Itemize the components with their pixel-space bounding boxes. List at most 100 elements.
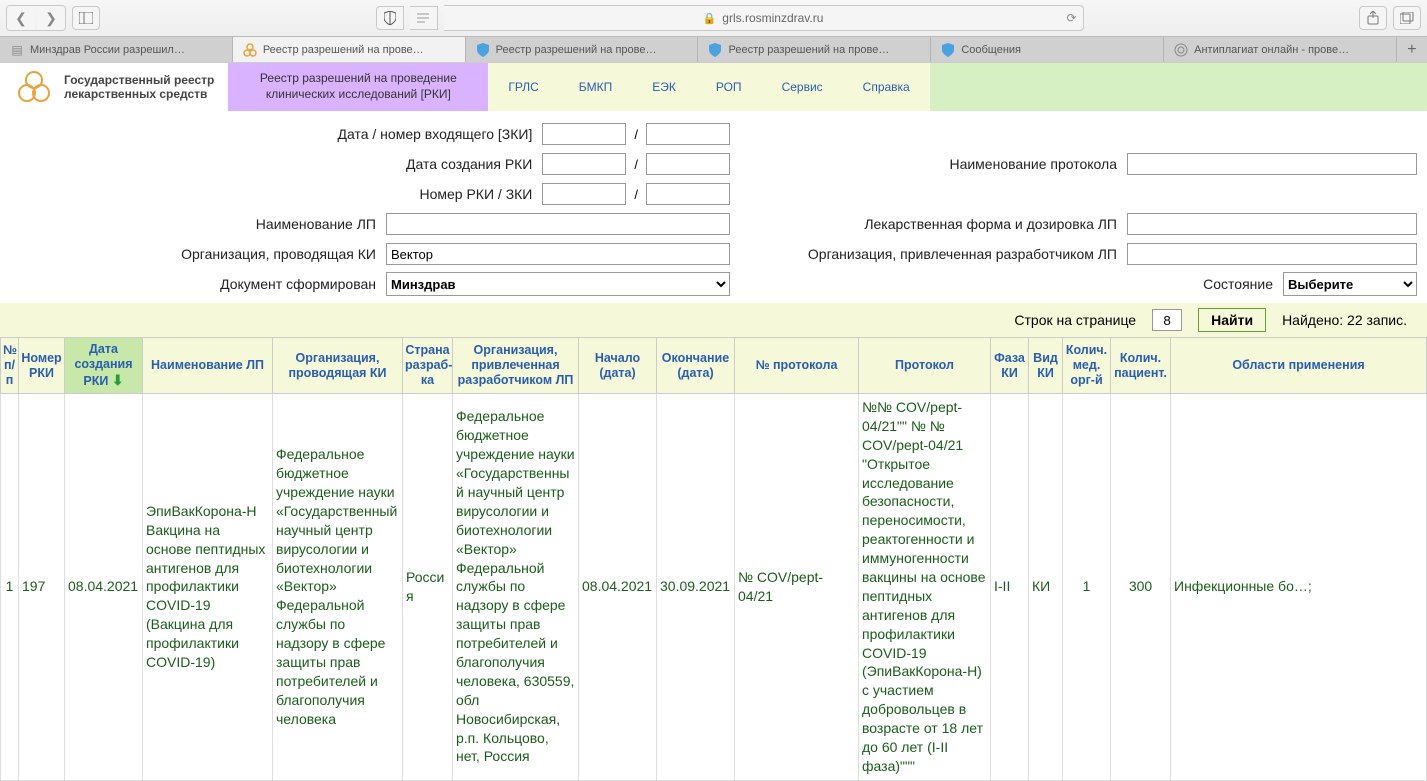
back-button[interactable]: ❮ (7, 6, 35, 30)
table-row[interactable]: 119708.04.2021ЭпиВакКорона-Н Вакцина на … (1, 394, 1427, 781)
cell-start: 08.04.2021 (579, 394, 657, 781)
forward-button[interactable]: ❯ (37, 6, 65, 30)
th-end[interactable]: Окончание (дата) (657, 338, 735, 394)
label-incoming: Дата / номер входящего [ЗКИ] (338, 126, 533, 142)
cell-idx: 1 (1, 394, 19, 781)
th-medorg[interactable]: Колич. мед. орг-й (1063, 338, 1111, 394)
menu-item-help[interactable]: Справка (843, 63, 930, 111)
menu-item-rop[interactable]: РОП (696, 63, 762, 111)
browser-tab[interactable]: Антиплагиат онлайн - прове… (1164, 37, 1397, 62)
tab-label: Сообщения (961, 44, 1021, 56)
menu-item-eek[interactable]: ЕЭК (632, 63, 696, 111)
cell-pat: 300 (1111, 394, 1171, 781)
cell-end: 30.09.2021 (657, 394, 735, 781)
tab-favicon-icon (941, 43, 955, 57)
browser-tab[interactable]: Реестр разрешений на прове… (233, 37, 466, 62)
input-form[interactable] (1127, 213, 1417, 235)
site-title-1: Государственный реестр (64, 73, 214, 87)
filter-form: Дата / номер входящего [ЗКИ] / Дата созд… (0, 111, 1427, 303)
input-rki-num[interactable] (542, 183, 626, 205)
th-prot[interactable]: Протокол (859, 338, 991, 394)
lock-icon: 🔒 (703, 12, 717, 25)
reader-button[interactable] (410, 6, 438, 30)
tab-favicon-icon (243, 43, 257, 57)
th-num[interactable]: Номер РКИ (19, 338, 65, 394)
sidebar-toggle-button[interactable] (72, 6, 100, 30)
label-state: Состояние (1203, 276, 1273, 292)
site-logo[interactable]: Государственный реестр лекарственных сре… (0, 63, 228, 111)
menu-item-service[interactable]: Сервис (762, 63, 843, 111)
cell-devorg: Федеральное бюджетное учреждение науки «… (453, 394, 579, 781)
input-created-to[interactable] (646, 153, 730, 175)
input-lpname[interactable] (386, 213, 730, 235)
site-header: Государственный реестр лекарственных сре… (0, 63, 1427, 111)
browser-chrome: ❮ ❯ 🔒 grls.rosminzdrav.ru ⟳ ▤ Минздрав Ро… (0, 0, 1427, 63)
tab-favicon-icon: ▤ (10, 43, 24, 57)
label-doc: Документ сформирован (220, 276, 376, 292)
label-rkizki: Номер РКИ / ЗКИ (419, 186, 532, 202)
th-type[interactable]: Вид КИ (1029, 338, 1063, 394)
cell-protnum: № COV/pept-04/21 (735, 394, 859, 781)
cell-date: 08.04.2021 (65, 394, 143, 781)
reload-button[interactable]: ⟳ (1066, 11, 1076, 25)
found-label: Найдено: 22 запис. (1282, 312, 1407, 328)
label-form: Лекарственная форма и дозировка ЛП (864, 216, 1117, 232)
url-text: grls.rosminzdrav.ru (722, 11, 823, 25)
logo-icon (14, 67, 54, 107)
rows-per-page-input[interactable] (1152, 309, 1182, 331)
cell-num: 197 (19, 394, 65, 781)
input-created-from[interactable] (542, 153, 626, 175)
th-org[interactable]: Организация, проводящая КИ (273, 338, 403, 394)
cell-type: КИ (1029, 394, 1063, 781)
new-tab-button[interactable]: + (1397, 37, 1427, 62)
tab-label: Антиплагиат онлайн - прове… (1194, 44, 1349, 56)
site-title-2: лекарственных средств (64, 87, 214, 101)
th-name[interactable]: Наименование ЛП (143, 338, 273, 394)
label-lpname: Наименование ЛП (256, 216, 376, 232)
th-protnum[interactable]: № протокола (735, 338, 859, 394)
cell-phase: I-II (991, 394, 1029, 781)
browser-tab[interactable]: Реестр разрешений на прове… (698, 37, 931, 62)
reader-icon (417, 12, 429, 24)
menu-item-rki[interactable]: Реестр разрешений на проведение клиничес… (228, 63, 488, 111)
label-protname: Наименование протокола (949, 156, 1117, 172)
th-country[interactable]: Страна разраб-ка (403, 338, 453, 394)
th-devorg[interactable]: Организация, привлеченная разработчиком … (453, 338, 579, 394)
share-icon (1367, 11, 1379, 25)
menu-item-bmkp[interactable]: БМКП (559, 63, 633, 111)
th-area[interactable]: Области применения (1171, 338, 1427, 394)
th-pat[interactable]: Колич. пациент. (1111, 338, 1171, 394)
input-zki-num[interactable] (646, 183, 730, 205)
cell-area: Инфекционные бо…; (1171, 394, 1427, 781)
th-date[interactable]: Дата создания РКИ ⬇ (65, 338, 143, 394)
input-incoming-num[interactable] (646, 123, 730, 145)
input-devorg[interactable] (1127, 243, 1417, 265)
url-bar[interactable]: 🔒 grls.rosminzdrav.ru ⟳ (444, 5, 1084, 31)
browser-tab[interactable]: Реестр разрешений на прове… (466, 37, 699, 62)
tab-favicon-icon (476, 43, 490, 57)
tabs-overview-button[interactable] (1393, 6, 1421, 30)
th-idx[interactable]: № п/п (1, 338, 19, 394)
tab-label: Реестр разрешений на прове… (263, 44, 424, 56)
share-button[interactable] (1359, 6, 1387, 30)
cell-medorg: 1 (1063, 394, 1111, 781)
th-start[interactable]: Начало (дата) (579, 338, 657, 394)
tab-label: Реестр разрешений на прове… (496, 44, 657, 56)
select-doc[interactable]: Минздрав (386, 272, 730, 296)
cell-org: Федеральное бюджетное учреждение науки «… (273, 394, 403, 781)
th-phase[interactable]: Фаза КИ (991, 338, 1029, 394)
rows-label: Строк на странице (1014, 312, 1136, 328)
browser-tabs: ▤ Минздрав России разрешил… Реестр разреше… (0, 36, 1427, 62)
menu-item-grls[interactable]: ГРЛС (488, 63, 558, 111)
input-org[interactable] (386, 243, 730, 265)
privacy-shield-button[interactable] (376, 6, 404, 30)
cell-prot: №№ COV/pept-04/21"" № № COV/pept-04/21 "… (859, 394, 991, 781)
tab-label: Минздрав России разрешил… (30, 44, 185, 56)
browser-tab[interactable]: ▤ Минздрав России разрешил… (0, 37, 233, 62)
browser-tab[interactable]: Сообщения (931, 37, 1164, 62)
select-state[interactable]: Выберите (1283, 272, 1417, 296)
input-incoming-date[interactable] (542, 123, 626, 145)
input-protname[interactable] (1127, 153, 1417, 175)
find-button[interactable]: Найти (1198, 308, 1266, 332)
tab-label: Реестр разрешений на прове… (728, 44, 889, 56)
